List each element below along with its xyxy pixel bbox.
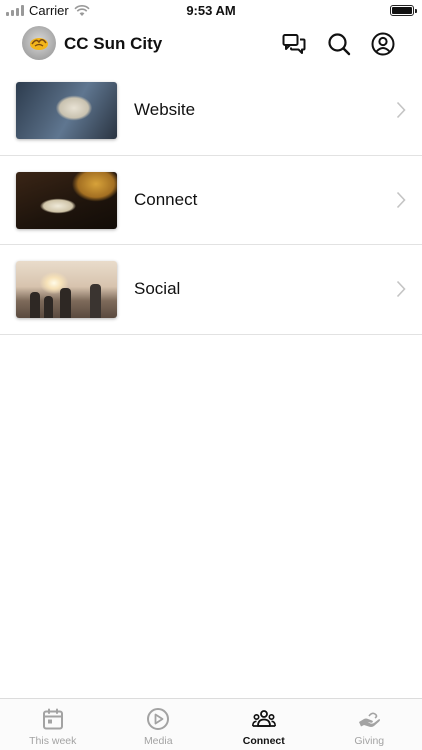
messages-button[interactable]: [281, 31, 307, 57]
website-thumbnail: [16, 82, 117, 139]
account-circle-icon: [371, 32, 395, 56]
people-icon: [251, 707, 276, 731]
photo-person: [60, 288, 71, 318]
church-logo[interactable]: [22, 26, 56, 60]
list-item-social[interactable]: Social: [0, 245, 422, 335]
search-icon: [328, 33, 351, 56]
list-item-website[interactable]: Website: [0, 66, 422, 156]
tab-label: Connect: [242, 735, 285, 747]
tab-this-week[interactable]: This week: [0, 699, 106, 750]
tab-label: Media: [143, 735, 173, 747]
search-button[interactable]: [326, 31, 352, 57]
tab-giving[interactable]: Giving: [317, 699, 422, 750]
chevron-right-icon: [396, 191, 406, 208]
calendar-icon: [41, 707, 65, 731]
app-title: CC Sun City: [64, 34, 163, 53]
photo-person: [44, 296, 53, 318]
giving-hand-icon: [357, 707, 381, 731]
tab-label: Giving: [354, 735, 385, 747]
chat-bubbles-icon: [282, 34, 306, 54]
chevron-right-icon: [396, 101, 406, 119]
sun-logo-icon: [30, 38, 48, 50]
social-thumbnail: [16, 261, 117, 318]
play-circle-icon: [146, 707, 170, 731]
tab-media[interactable]: Media: [106, 699, 212, 750]
tab-label: This week: [29, 735, 77, 747]
battery-icon: [390, 5, 417, 16]
status-bar: Carrier 9:53 AM: [0, 0, 422, 22]
photo-person: [30, 292, 40, 318]
connect-list: Website Connect Social: [0, 66, 422, 335]
list-item-label: Social: [134, 279, 181, 298]
photo-person: [90, 284, 101, 318]
list-item-connect[interactable]: Connect: [0, 156, 422, 245]
list-item-label: Connect: [134, 189, 198, 209]
screen: Carrier 9:53 AM CC Sun City Website Conn…: [0, 0, 422, 750]
connect-thumbnail: [16, 171, 117, 229]
tab-bar: This week Media Connect Giving: [0, 698, 422, 750]
chevron-right-icon: [396, 280, 406, 298]
status-time: 9:53 AM: [186, 3, 236, 18]
profile-button[interactable]: [370, 31, 396, 57]
tab-connect[interactable]: Connect: [211, 699, 317, 750]
list-item-label: Website: [134, 100, 196, 119]
app-header: CC Sun City: [0, 22, 422, 66]
